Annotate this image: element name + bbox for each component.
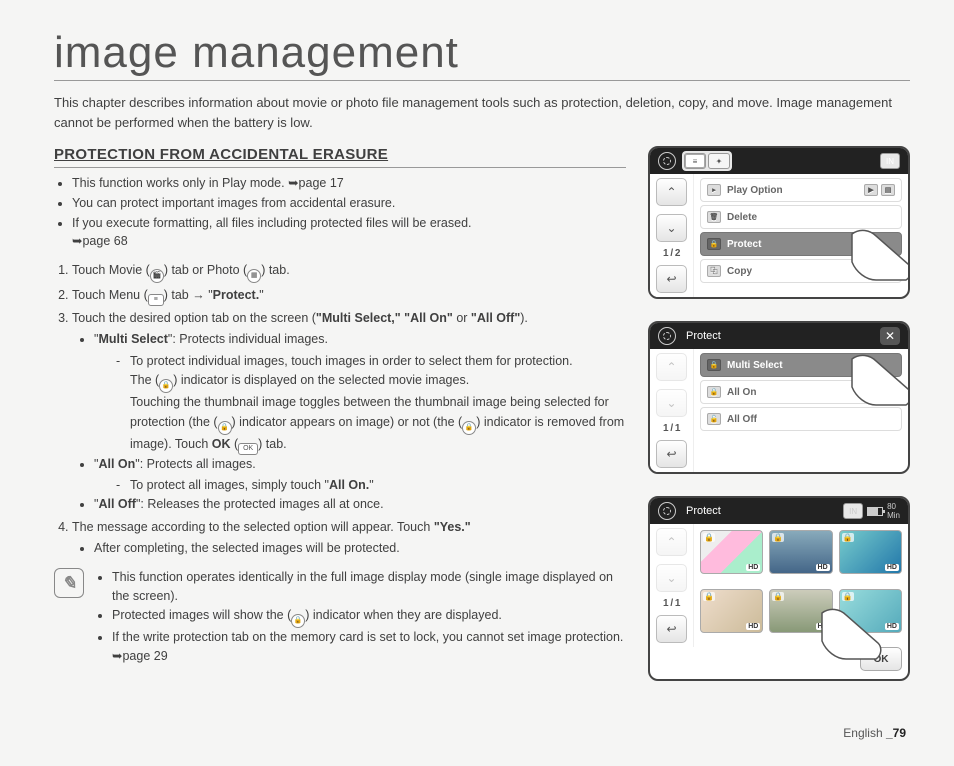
lock-icon: 🔒 — [218, 421, 232, 435]
note: This function operates identically in th… — [112, 568, 626, 606]
thumbnail[interactable]: 🔒 HD — [839, 589, 902, 633]
mode-dial-icon — [658, 502, 676, 520]
hd-badge: HD — [746, 623, 760, 630]
panel-title: Protect — [686, 330, 721, 342]
step-4: The message according to the selected op… — [72, 518, 626, 559]
menu-copy[interactable]: ⿻Copy — [700, 259, 902, 283]
menu-delete[interactable]: 🗑Delete — [700, 205, 902, 229]
lock-icon: 🔒 — [159, 379, 173, 393]
mode-dial-icon — [658, 327, 676, 345]
list-icon: ▤ — [881, 184, 895, 196]
close-button[interactable]: ✕ — [880, 327, 900, 345]
lock-icon: 🔒 — [842, 592, 854, 601]
storage-icon: IN — [843, 503, 863, 519]
hd-badge: HD — [816, 564, 830, 571]
screenshot-panel-menu: ≡ ✦ IN ⌃ ⌄ 1 / 2 ↩ ▸Play Option▶▤ 🗑Delet… — [648, 146, 910, 299]
page-title: image management — [54, 28, 910, 81]
step-2: Touch Menu (≡) tab → "Protect." — [72, 286, 626, 306]
page-indicator: 1 / 1 — [650, 421, 693, 436]
play-icon: ▶ — [864, 184, 878, 196]
mode-dial-icon — [658, 152, 676, 170]
step-1: Touch Movie (🎬) tab or Photo (▦) tab. — [72, 261, 626, 283]
lock-icon: 🔒 — [707, 238, 721, 250]
lock-icon: 🔒 — [707, 386, 721, 398]
section-heading: PROTECTION FROM ACCIDENTAL ERASURE — [54, 146, 626, 168]
copy-icon: ⿻ — [707, 265, 721, 277]
play-option-icon: ▸ — [707, 184, 721, 196]
down-button[interactable]: ⌄ — [656, 564, 687, 592]
thumbnail[interactable]: 🔒 HD — [700, 589, 763, 633]
lock-icon: 🔒 — [842, 533, 854, 542]
lock-icon: 🔒 — [291, 614, 305, 628]
lock-icon: 🔒 — [707, 359, 721, 371]
lock-icon: 🔒 — [462, 421, 476, 435]
movie-icon: 🎬 — [150, 269, 164, 283]
thumbnail[interactable]: 🔒 HD — [700, 530, 763, 574]
panel-title: Protect — [686, 505, 721, 517]
option-all-on[interactable]: 🔒All On — [700, 380, 902, 404]
down-button[interactable]: ⌄ — [656, 214, 687, 242]
bullet: If you execute formatting, all files inc… — [72, 214, 626, 252]
note-icon: ✎ — [54, 568, 84, 598]
note: Protected images will show the (🔒) indic… — [112, 606, 626, 628]
up-button[interactable]: ⌃ — [656, 178, 687, 206]
page-indicator: 1 / 1 — [650, 596, 693, 611]
menu-icon: ≡ — [148, 294, 164, 306]
note: If the write protection tab on the memor… — [112, 628, 626, 666]
lock-icon: 🔒 — [703, 592, 715, 601]
option-multi-select[interactable]: 🔒Multi Select — [700, 353, 902, 377]
ok-icon: OK — [238, 443, 258, 455]
thumbnail[interactable]: 🔒 HD — [769, 589, 832, 633]
hd-badge: HD — [746, 564, 760, 571]
thumbnail[interactable]: 🔒 HD — [839, 530, 902, 574]
back-button[interactable]: ↩ — [656, 615, 687, 643]
down-button[interactable]: ⌄ — [656, 389, 687, 417]
hd-badge: HD — [885, 564, 899, 571]
thumbnail[interactable]: 🔒 HD — [769, 530, 832, 574]
tab-list-icon[interactable]: ≡ — [684, 153, 706, 169]
ok-button[interactable]: OK — [860, 647, 902, 671]
lock-icon: 🔒 — [772, 533, 784, 542]
page-footer: English _79 — [843, 726, 906, 740]
bullet: You can protect important images from ac… — [72, 194, 626, 213]
menu-play-option[interactable]: ▸Play Option▶▤ — [700, 178, 902, 202]
screenshot-panel-protect-options: Protect ✕ ⌃ ⌄ 1 / 1 ↩ 🔒Multi Select 🔒All… — [648, 321, 910, 474]
menu-protect[interactable]: 🔒Protect — [700, 232, 902, 256]
intro-text: This chapter describes information about… — [54, 93, 910, 132]
tab-settings-icon[interactable]: ✦ — [708, 153, 730, 169]
step-3: Touch the desired option tab on the scre… — [72, 309, 626, 515]
hd-badge: HD — [816, 623, 830, 630]
battery-icon — [867, 507, 883, 516]
up-button[interactable]: ⌃ — [656, 353, 687, 381]
lock-icon: 🔒 — [703, 533, 715, 542]
lock-icon: 🔒 — [772, 592, 784, 601]
up-button[interactable]: ⌃ — [656, 528, 687, 556]
option-all-off[interactable]: 🔓All Off — [700, 407, 902, 431]
storage-icon: IN — [880, 153, 900, 169]
trash-icon: 🗑 — [707, 211, 721, 223]
unlock-icon: 🔓 — [707, 413, 721, 425]
photo-icon: ▦ — [247, 269, 261, 283]
back-button[interactable]: ↩ — [656, 265, 687, 293]
back-button[interactable]: ↩ — [656, 440, 687, 468]
hd-badge: HD — [885, 623, 899, 630]
page-indicator: 1 / 2 — [650, 246, 693, 261]
screenshot-panel-thumbnails: Protect IN 80Min ⌃ ⌄ 1 / 1 ↩ 🔒HD 🔒HD � — [648, 496, 910, 681]
bullet: This function works only in Play mode. ➥… — [72, 174, 626, 193]
